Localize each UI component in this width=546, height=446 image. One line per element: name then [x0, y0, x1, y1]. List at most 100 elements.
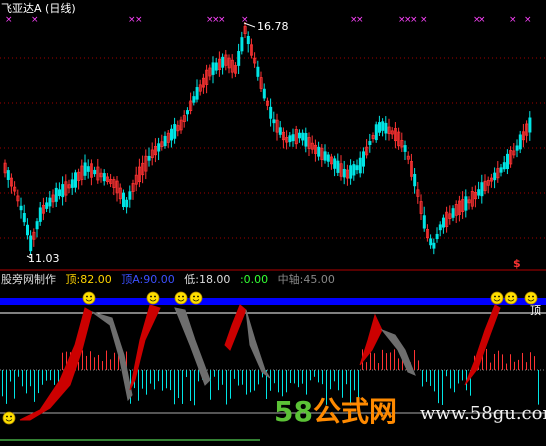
candle-body — [477, 189, 481, 196]
histogram-bar — [274, 370, 275, 384]
candle-body — [429, 238, 433, 246]
candle-body — [499, 167, 503, 173]
histogram-bar — [102, 361, 103, 370]
histogram-bar — [46, 370, 47, 381]
cross-marker: × — [524, 15, 532, 25]
histogram-bar — [438, 370, 439, 404]
histogram-bar — [486, 348, 487, 370]
candle-body — [502, 162, 506, 170]
histogram-bar — [522, 352, 523, 370]
candle-body — [173, 124, 177, 139]
candle-body — [240, 37, 244, 52]
candle-body — [74, 172, 78, 188]
histogram-bar — [22, 370, 23, 387]
histogram-bar — [378, 363, 379, 370]
histogram-bar — [210, 370, 211, 400]
candle-body — [336, 160, 340, 173]
histogram-bar — [6, 370, 7, 404]
indicator-source-label: 股旁网制作 — [1, 273, 56, 286]
histogram-bar — [382, 349, 383, 370]
histogram-bar — [510, 354, 511, 370]
candle-body — [185, 110, 189, 115]
candle-body — [70, 179, 74, 188]
histogram-bar — [346, 370, 347, 385]
histogram-bars — [2, 348, 539, 406]
top-side-label: 顶 — [530, 304, 541, 317]
histogram-bar — [278, 370, 279, 393]
histogram-bar — [230, 370, 231, 399]
histogram-bar — [282, 370, 283, 397]
high-price-label: 16.78 — [257, 20, 289, 33]
histogram-bar — [318, 370, 319, 383]
candlestick-series — [3, 21, 532, 256]
smiley-icon — [490, 291, 504, 305]
histogram-bar — [462, 370, 463, 381]
candle-body — [6, 170, 10, 180]
histogram-bar — [494, 353, 495, 370]
histogram-bar — [38, 370, 39, 394]
candle-body — [384, 122, 388, 134]
histogram-bar — [290, 370, 291, 384]
histogram-bar — [158, 370, 159, 382]
candle-body — [377, 122, 381, 133]
candle-body — [413, 173, 417, 187]
oscillator-area — [19, 307, 93, 421]
histogram-bar — [222, 370, 223, 385]
candle-body — [122, 192, 126, 207]
histogram-bar — [514, 361, 515, 370]
histogram-bar — [226, 370, 227, 405]
indicator-mid-value: 中轴:45.00 — [277, 273, 335, 286]
histogram-bar — [370, 352, 371, 370]
candle-body — [355, 165, 359, 171]
oscillator-area — [129, 304, 161, 391]
candle-body — [432, 242, 436, 249]
stock-chart-canvas[interactable]: × × × × ××× × ×× ××× × ×× × × — [0, 0, 546, 446]
candle-body — [246, 35, 250, 45]
histogram-bar — [506, 363, 507, 370]
histogram-bar — [310, 370, 311, 381]
smiley-icon — [146, 291, 160, 305]
smiley-icon — [174, 291, 188, 305]
candle-body — [163, 135, 167, 147]
watermark-url: www.58gu.com — [420, 403, 546, 424]
low-price-label: 11.03 — [28, 252, 60, 265]
candle-body — [29, 235, 33, 252]
candle-body — [464, 196, 468, 211]
candle-body — [128, 191, 132, 200]
histogram-bar — [526, 362, 527, 370]
candle-body — [93, 169, 97, 175]
candle-body — [211, 62, 215, 75]
histogram-bar — [302, 370, 303, 384]
histogram-bar — [30, 370, 31, 387]
histogram-bar — [82, 350, 83, 370]
watermark-brand-cn: 公式网 — [312, 395, 397, 428]
histogram-bar — [54, 370, 55, 385]
candle-body — [237, 51, 241, 66]
dollar-marker: $ — [513, 257, 521, 270]
histogram-bar — [186, 370, 187, 378]
indicator-legend: 股旁网制作 顶:82.00 顶A:90.00 低:18.00 :0.00 中轴:… — [1, 274, 341, 286]
candle-body — [102, 173, 106, 182]
histogram-bar — [490, 362, 491, 370]
histogram-bar — [34, 370, 35, 402]
histogram-bar — [354, 370, 355, 391]
histogram-bar — [154, 370, 155, 390]
candle-body — [381, 121, 385, 131]
histogram-bar — [458, 370, 459, 384]
candle-body — [323, 151, 327, 161]
histogram-bar — [270, 370, 271, 391]
histogram-bar — [498, 350, 499, 370]
histogram-bar — [174, 370, 175, 405]
indicator-top-value: 顶:82.00 — [65, 273, 112, 286]
histogram-bar — [234, 370, 235, 379]
candle-body — [291, 134, 295, 142]
histogram-bar — [286, 370, 287, 393]
histogram-bar — [246, 370, 247, 395]
candle-body — [38, 207, 42, 222]
histogram-bar — [218, 370, 219, 391]
cross-marker: × — [31, 15, 39, 25]
histogram-bar — [142, 370, 143, 389]
candle-body — [528, 117, 532, 133]
candle-body — [256, 66, 260, 77]
candle-body — [358, 157, 362, 174]
